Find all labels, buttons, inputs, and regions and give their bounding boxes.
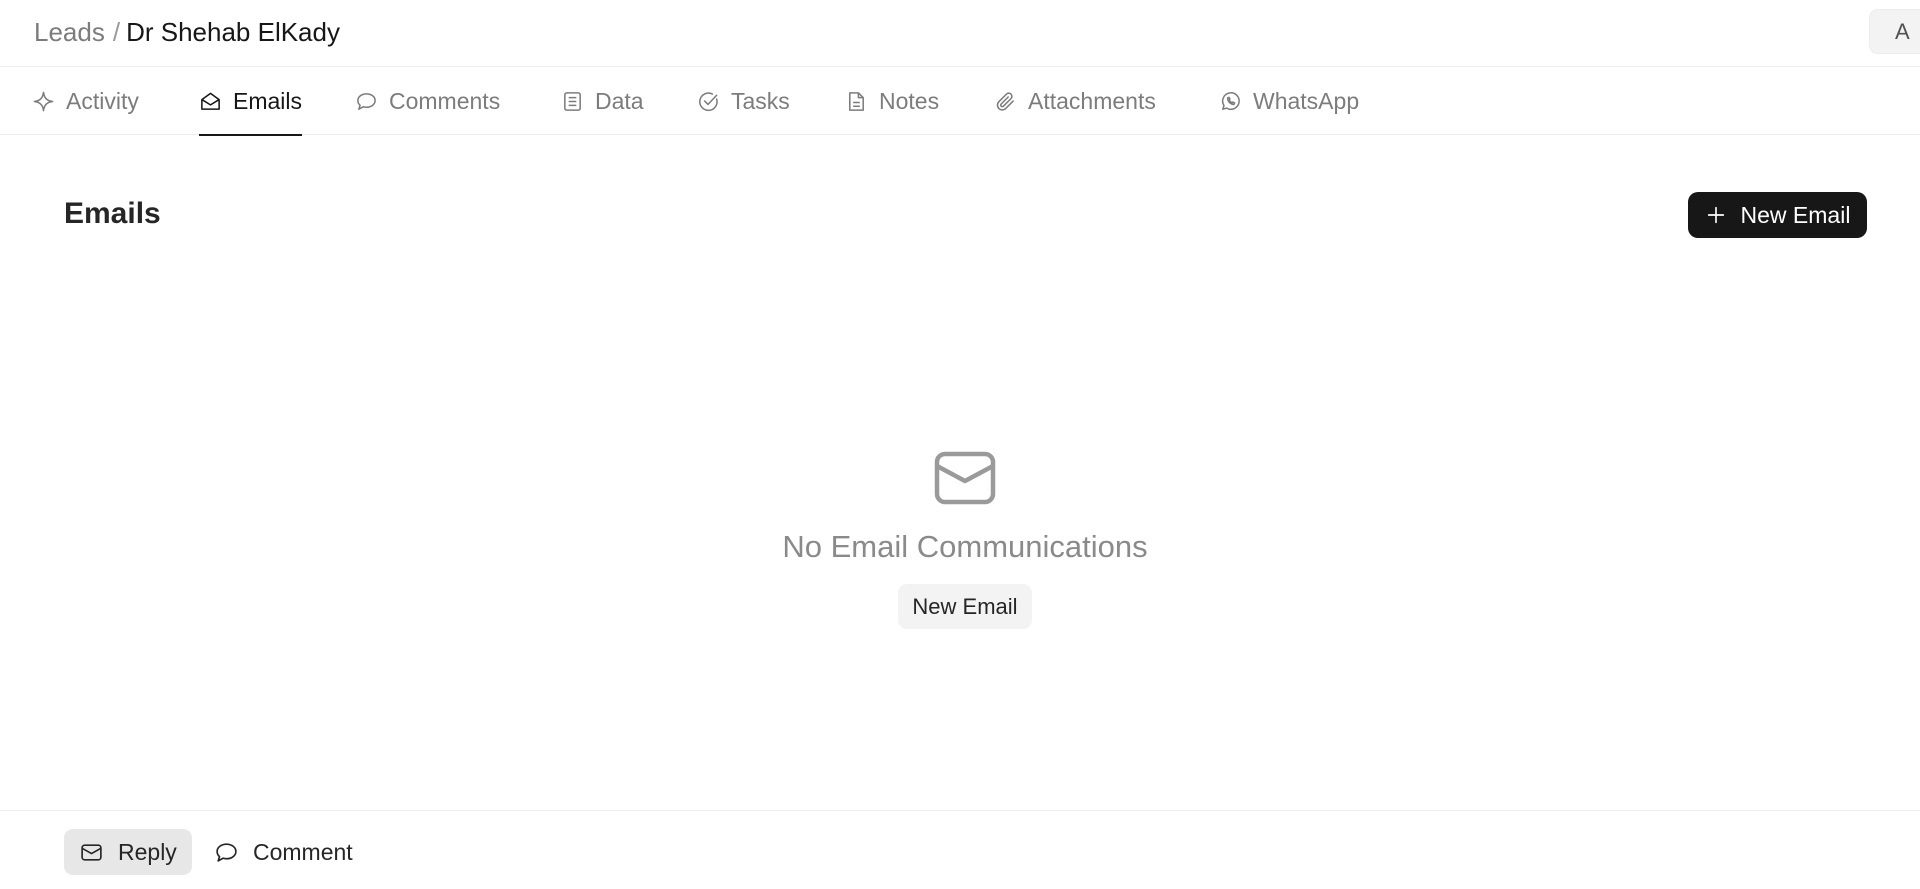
reply-button-label: Reply <box>118 838 177 865</box>
comment-button-label: Comment <box>253 838 353 865</box>
assign-button[interactable]: A <box>1869 9 1920 54</box>
mail-open-icon <box>201 92 220 110</box>
plus-icon <box>1707 206 1724 224</box>
page-title: Emails <box>64 197 161 230</box>
tab-data[interactable]: Data <box>561 67 644 135</box>
breadcrumb: Leads / Dr Shehab ElKady <box>34 16 340 48</box>
tab-label: Tasks <box>731 87 790 114</box>
envelope-icon <box>934 451 996 505</box>
comment-button[interactable]: Comment <box>214 829 353 875</box>
tab-attachments[interactable]: Attachments <box>994 67 1156 135</box>
breadcrumb-current-lead[interactable]: Dr Shehab ElKady <box>126 17 340 47</box>
bottom-action-bar: Reply Comment <box>0 810 1920 889</box>
tab-whatsapp[interactable]: WhatsApp <box>1219 67 1359 135</box>
note-icon <box>849 91 864 111</box>
comment-icon <box>216 842 237 862</box>
tab-label: Data <box>595 87 644 114</box>
tab-label: Emails <box>233 87 303 114</box>
tab-label: Comments <box>389 87 501 114</box>
tab-label: Notes <box>879 87 940 114</box>
mail-icon <box>81 843 102 861</box>
new-email-button-label: New Email <box>1740 201 1851 228</box>
empty-state-new-email-button[interactable]: New Email <box>898 584 1032 629</box>
list-icon <box>564 91 581 111</box>
tab-bar: Activity Emails Comments Data Tasks Note… <box>0 67 1920 136</box>
tab-label: Activity <box>66 87 139 114</box>
paperclip-icon <box>996 91 1014 111</box>
empty-state: No Email Communications New Email <box>0 450 1920 629</box>
activity-icon <box>33 91 54 111</box>
tab-activity[interactable]: Activity <box>32 67 139 135</box>
comment-icon <box>357 92 376 110</box>
tab-label: Attachments <box>1028 87 1156 114</box>
reply-button[interactable]: Reply <box>64 829 192 875</box>
tab-label: WhatsApp <box>1253 87 1360 114</box>
new-email-button[interactable]: New Email <box>1688 192 1867 238</box>
breadcrumb-leads-link[interactable]: Leads <box>34 17 105 47</box>
tab-notes[interactable]: Notes <box>845 67 939 135</box>
tab-tasks[interactable]: Tasks <box>697 67 790 135</box>
whatsapp-icon <box>1221 91 1240 110</box>
top-bar: Leads / Dr Shehab ElKady A <box>0 0 1920 67</box>
tab-comments[interactable]: Comments <box>355 67 500 135</box>
tab-emails[interactable]: Emails <box>199 67 303 136</box>
breadcrumb-separator: / <box>112 17 121 47</box>
check-circle-icon <box>699 91 718 111</box>
empty-state-message: No Email Communications <box>782 529 1148 564</box>
